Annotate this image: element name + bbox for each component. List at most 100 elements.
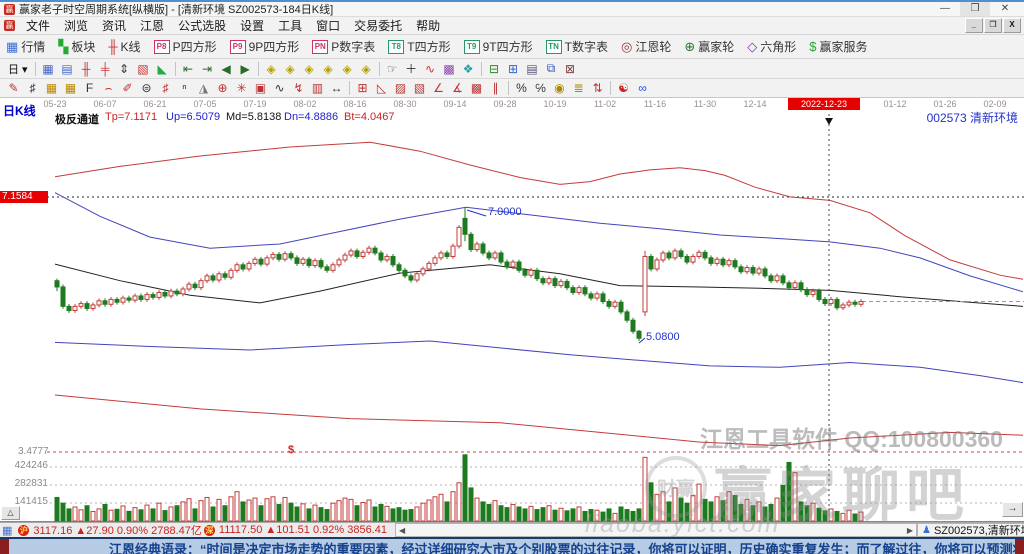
menu-item-帮助[interactable]: 帮助 xyxy=(416,17,440,34)
data-transfer-button[interactable]: ⊠ xyxy=(561,61,580,77)
next-bar-button[interactable]: ▶ xyxy=(236,61,255,77)
diamond-tool-5-button[interactable]: ◈ xyxy=(338,61,357,77)
box-grid-button[interactable]: ⊞ xyxy=(353,80,372,96)
column-grid-button[interactable]: ▥ xyxy=(308,80,327,96)
scroll-right-button[interactable]: → xyxy=(1002,502,1023,517)
mdi-restore-button[interactable]: ❐ xyxy=(984,18,1002,33)
diamond-tool-3-button[interactable]: ◈ xyxy=(300,61,319,77)
hatch-box-2-button[interactable]: ▧ xyxy=(410,80,429,96)
info-panel-button[interactable]: ▤ xyxy=(58,61,77,77)
angle-arc-button[interactable]: ∡ xyxy=(448,80,467,96)
color-flag-button[interactable]: ◣ xyxy=(153,61,172,77)
taiji-yin-yang-button[interactable]: ☯ xyxy=(614,80,633,96)
t9-square-button[interactable]: T99T四方形 xyxy=(464,38,533,55)
collapse-pane-button[interactable]: △ xyxy=(1,506,20,520)
toolbar-separator xyxy=(349,81,350,95)
mdi-minimize-button[interactable]: _ xyxy=(965,18,983,33)
menu-item-公式选股[interactable]: 公式选股 xyxy=(178,17,226,34)
quote-view-button[interactable]: ▦行情 xyxy=(6,38,45,55)
p9-square-button[interactable]: P99P四方形 xyxy=(230,38,300,55)
menu-item-交易委托[interactable]: 交易委托 xyxy=(354,17,402,34)
monitor-button[interactable]: ⧉ xyxy=(542,61,561,77)
maximize-button[interactable]: ❐ xyxy=(960,2,990,16)
kline-view-button[interactable]: ╫K线 xyxy=(108,38,140,55)
dense-grid-button[interactable]: ▩ xyxy=(467,80,486,96)
scroll-right-icon[interactable]: ▶ xyxy=(904,526,916,535)
hexagon-button[interactable]: ◇六角形 xyxy=(747,38,796,55)
gold-lines-button[interactable]: ≣ xyxy=(569,80,588,96)
diamond-tool-4-button[interactable]: ◈ xyxy=(319,61,338,77)
close-button[interactable]: ✕ xyxy=(990,2,1020,16)
p-square-button[interactable]: P8P四方形 xyxy=(154,38,217,55)
gann-ruler-button[interactable]: ♯ xyxy=(23,80,42,96)
gann-grid-gold-2-button[interactable]: ▦ xyxy=(61,80,80,96)
hatch-box-button[interactable]: ▨ xyxy=(391,80,410,96)
sine-tool-button[interactable]: ∿ xyxy=(270,80,289,96)
chart-canvas[interactable] xyxy=(0,98,1024,522)
updown-tool-button[interactable]: ⇅ xyxy=(588,80,607,96)
menu-item-设置[interactable]: 设置 xyxy=(240,17,264,34)
power-tool-button[interactable]: ⁿ xyxy=(175,80,194,96)
parallel-lines-button[interactable]: ∥ xyxy=(486,80,505,96)
horizontal-scrollbar[interactable]: ◀ ▶ xyxy=(395,523,917,537)
sector-view-button[interactable]: ▚板块 xyxy=(58,38,95,55)
menu-item-窗口[interactable]: 窗口 xyxy=(316,17,340,34)
percent-tool-button[interactable]: % xyxy=(512,80,531,96)
kline-large-button[interactable]: ╪ xyxy=(96,61,115,77)
quote-grid-icon[interactable]: ▦ xyxy=(2,524,12,537)
save-layout-button[interactable]: ▤ xyxy=(523,61,542,77)
period-selector-button[interactable]: 日 ▾ xyxy=(4,61,32,77)
infinity-loop-button[interactable]: ∞ xyxy=(633,80,652,96)
angle-ruler-button[interactable]: ◮ xyxy=(194,80,213,96)
kline-small-button[interactable]: ╫ xyxy=(77,61,96,77)
filter-tool-button[interactable]: ▩ xyxy=(440,61,459,77)
menu-item-江恩[interactable]: 江恩 xyxy=(140,17,164,34)
p-number-table-button[interactable]: PNP数字表 xyxy=(312,38,375,55)
t-number-table-button[interactable]: TNT数字表 xyxy=(546,38,608,55)
winner-service-button[interactable]: $赢家服务 xyxy=(809,38,867,55)
hand-tool-button[interactable]: ☞ xyxy=(383,61,402,77)
angle-line-button[interactable]: ∠ xyxy=(429,80,448,96)
arc-tool-button[interactable]: ⌢ xyxy=(99,80,118,96)
t-square-button[interactable]: T8T四方形 xyxy=(388,38,450,55)
fan-lines-button[interactable]: ◺ xyxy=(372,80,391,96)
mdi-close-button[interactable]: X xyxy=(1003,18,1021,33)
overlay-chart-button[interactable]: ▧ xyxy=(134,61,153,77)
draw-pen-button[interactable]: ✎ xyxy=(4,80,23,96)
measure-width-button[interactable]: ↔ xyxy=(327,80,346,96)
gann-wheel-button[interactable]: ◎江恩轮 xyxy=(621,38,671,55)
prev-bar-button[interactable]: ◀ xyxy=(217,61,236,77)
gann-grid-gold-button[interactable]: ▦ xyxy=(42,80,61,96)
square-select-button[interactable]: ▣ xyxy=(251,80,270,96)
flash-marker-button[interactable]: ↯ xyxy=(289,80,308,96)
calendar-button[interactable]: ⊟ xyxy=(485,61,504,77)
winner-wheel-button[interactable]: ⊕赢家轮 xyxy=(684,38,734,55)
menu-item-浏览[interactable]: 浏览 xyxy=(64,17,88,34)
crosshair-tool-button[interactable]: ＋ xyxy=(402,61,421,77)
scroll-left-icon[interactable]: ◀ xyxy=(396,526,408,535)
chart-area[interactable]: 日K线 05-2306-0706-2107-0507-1908-0208-160… xyxy=(0,98,1024,522)
gold-circle-button[interactable]: ◉ xyxy=(550,80,569,96)
wave-tool-button[interactable]: ∿ xyxy=(421,61,440,77)
minimize-button[interactable]: — xyxy=(930,2,960,16)
toolbar-separator xyxy=(258,62,259,76)
star-burst-button[interactable]: ✳ xyxy=(232,80,251,96)
last-bar-button[interactable]: ⇥ xyxy=(198,61,217,77)
palette-tool-button[interactable]: ❖ xyxy=(459,61,478,77)
first-bar-button[interactable]: ⇤ xyxy=(179,61,198,77)
multi-window-button[interactable]: ▦ xyxy=(39,61,58,77)
grid-ruler-button[interactable]: ♯ xyxy=(156,80,175,96)
marker-pen-button[interactable]: ✐ xyxy=(118,80,137,96)
gann-fan-center-button[interactable]: ⊕ xyxy=(213,80,232,96)
scale-toggle-button[interactable]: ⇕ xyxy=(115,61,134,77)
cycle-tool-button[interactable]: ⊜ xyxy=(137,80,156,96)
diamond-tool-6-button[interactable]: ◈ xyxy=(357,61,376,77)
diamond-tool-1-button[interactable]: ◈ xyxy=(262,61,281,77)
menu-item-工具[interactable]: 工具 xyxy=(278,17,302,34)
diamond-tool-2-button[interactable]: ◈ xyxy=(281,61,300,77)
menu-item-文件[interactable]: 文件 xyxy=(26,17,50,34)
calculator-button[interactable]: ⊞ xyxy=(504,61,523,77)
f-tool-button[interactable]: F xyxy=(80,80,99,96)
menu-item-资讯[interactable]: 资讯 xyxy=(102,17,126,34)
percent-box-button[interactable]: ℅ xyxy=(531,80,550,96)
